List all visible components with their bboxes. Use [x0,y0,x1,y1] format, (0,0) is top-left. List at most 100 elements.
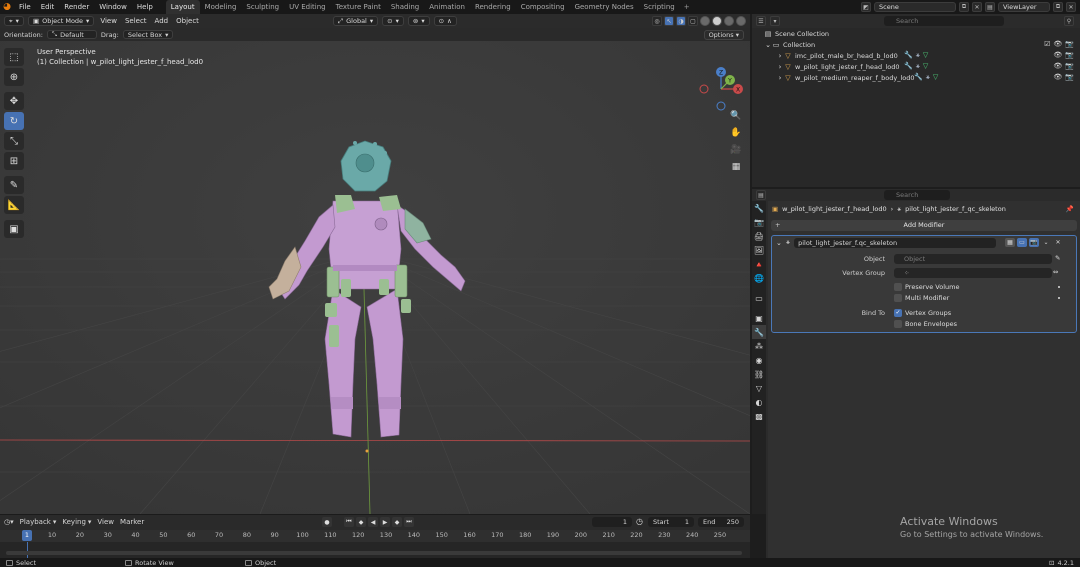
object-tab-icon[interactable]: ▣ [752,311,766,325]
armature-icon[interactable]: ⚹ [916,62,920,71]
rendered-shading-icon[interactable] [736,16,746,26]
auto-keying-icon[interactable]: ● [322,517,332,527]
rotate-tool-icon[interactable]: ↻ [4,112,24,130]
add-cube-tool-icon[interactable]: ▣ [4,220,24,238]
properties-editor-type-icon[interactable]: ▤ [756,190,766,200]
viewport-menu-object[interactable]: Object [174,17,201,25]
snap-dropdown[interactable]: ⊚ ▾ [407,16,430,26]
material-tab-icon[interactable]: ◐ [752,395,766,409]
orientation-dropdown[interactable]: ⤡ Default [46,30,97,39]
annotate-tool-icon[interactable]: ✎ [4,176,24,194]
timeline-marker-menu[interactable]: Marker [120,518,144,526]
character-model[interactable] [255,139,475,469]
armature-icon[interactable]: ⚹ [916,51,920,60]
render-toggle-icon[interactable]: 📷 [1029,238,1039,247]
view-layer-browse-icon[interactable]: ▤ [985,2,995,12]
mesh-data-icon[interactable]: ▽ [923,51,928,60]
timeline-view-menu[interactable]: View [97,518,114,526]
keyframe-dot-icon[interactable] [1058,286,1060,288]
output-tab-icon[interactable]: 🖨 [752,229,766,243]
data-tab-icon[interactable]: ▽ [752,381,766,395]
modifier-remove-icon[interactable]: ✕ [1053,238,1063,247]
blender-logo-icon[interactable]: ◕ [0,0,14,14]
view-layer-copy-icon[interactable]: ⧉ [1053,2,1063,12]
list-item[interactable]: › ▽ imc_pilot_male_br_head_b_lod0 🔧 ⚹ ▽ 👁 📷 [752,50,1080,61]
collection-tab-icon[interactable]: ▭ [752,291,766,305]
add-modifier-button[interactable]: + Add Modifier [771,220,1077,231]
viewport-toggle-icon[interactable]: ▭ [1017,238,1027,247]
material-shading-icon[interactable] [724,16,734,26]
keying-menu[interactable]: Keying ▾ [62,518,91,526]
tab-texture-paint[interactable]: Texture Paint [331,0,386,14]
drag-dropdown[interactable]: Select Box ▾ [122,30,174,39]
preview-range-icon[interactable]: ◷ [636,517,643,526]
vertex-group-field[interactable]: ⁘ [894,268,1052,278]
camera-render-icon[interactable]: 📷 [1065,62,1074,70]
exclude-checkbox-icon[interactable]: ☑ [1044,40,1050,48]
measure-tool-icon[interactable]: 📐 [4,196,24,214]
move-tool-icon[interactable]: ✥ [4,92,24,110]
frame-ruler[interactable]: 1 10 20 30 40 50 60 70 80 90 100 110 120 130 140 150 16… [0,530,750,542]
scene-browse-icon[interactable]: ◩ [861,2,871,12]
visibility-eye-icon[interactable]: 👁 [1053,73,1062,81]
modifier-wrench-icon[interactable]: 🔧 [904,62,913,71]
render-tab-icon[interactable]: 📷 [752,215,766,229]
viewport-menu-add[interactable]: Add [153,17,171,25]
tab-uv-editing[interactable]: UV Editing [284,0,331,14]
expand-arrow-icon[interactable]: › [776,52,784,60]
transform-orientation-dropdown[interactable]: ⤢ Global ▾ [332,16,379,26]
transform-tool-icon[interactable]: ⊞ [4,152,24,170]
menu-render[interactable]: Render [59,0,94,14]
tab-sculpting[interactable]: Sculpting [241,0,284,14]
outliner-editor-type-icon[interactable]: ☰ [756,16,766,26]
navigation-gizmo[interactable]: X Z Y [696,64,746,114]
expand-chevron-icon[interactable]: ⌄ [764,41,772,49]
modifier-dropdown-icon[interactable]: ⌄ [1041,238,1051,247]
start-frame-field[interactable]: Start 1 [648,517,694,527]
display-mode-icon[interactable]: ▾ [770,16,780,26]
preserve-volume-checkbox[interactable] [894,283,902,291]
xray-toggle-icon[interactable]: ▢ [688,16,698,26]
jump-end-icon[interactable]: ⏭ [404,517,414,527]
camera-render-icon[interactable]: 📷 [1065,73,1074,81]
tab-compositing[interactable]: Compositing [516,0,570,14]
collection-row[interactable]: ⌄ ▭ Collection ☑ 👁 📷 [752,39,1080,50]
proportional-edit-dropdown[interactable]: ⊙ ∧ [433,16,457,26]
visibility-eye-icon[interactable]: 👁 [1053,40,1062,48]
tab-layout[interactable]: Layout [165,0,200,14]
expand-arrow-icon[interactable]: › [776,63,784,71]
constraints-tab-icon[interactable]: ⛓ [752,367,766,381]
vertex-groups-checkbox[interactable]: ✓ [894,309,902,317]
gizmo-toggle-icon[interactable]: ↖ [664,16,674,26]
mesh-data-icon[interactable]: ▽ [933,73,938,82]
tab-shading[interactable]: Shading [386,0,424,14]
invert-vertex-group-icon[interactable]: ⇔ [1053,268,1058,276]
play-icon[interactable]: ▶ [380,517,390,527]
viewport-menu-select[interactable]: Select [123,17,149,25]
armature-icon[interactable]: ⚹ [926,73,930,82]
tab-geometry-nodes[interactable]: Geometry Nodes [570,0,639,14]
outliner-search-input[interactable]: Search [884,16,1004,26]
play-reverse-icon[interactable]: ◀ [368,517,378,527]
modifier-tab-icon[interactable]: 🔧 [752,325,766,339]
view-layer-field[interactable]: ViewLayer [998,2,1050,12]
cursor-tool-icon[interactable]: ⊕ [4,68,24,86]
perspective-grid-icon[interactable]: ▦ [729,160,743,174]
jump-start-icon[interactable]: ⏮ [344,517,354,527]
pan-hand-icon[interactable]: ✋ [729,126,743,140]
list-item[interactable]: › ▽ w_pilot_light_jester_f_head_lod0 🔧 ⚹ ▽… [752,61,1080,72]
scene-collection-row[interactable]: ▤ Scene Collection [752,28,1080,39]
current-frame-indicator[interactable]: 1 [22,530,32,541]
playback-menu[interactable]: Playback ▾ [20,518,57,526]
tab-scripting[interactable]: Scripting [639,0,680,14]
modifier-wrench-icon[interactable]: 🔧 [904,51,913,60]
camera-render-icon[interactable]: 📷 [1065,51,1074,59]
add-workspace-icon[interactable]: + [680,3,694,11]
visibility-eye-icon[interactable]: 👁 [1053,51,1062,59]
zoom-icon[interactable]: 🔍 [729,109,743,123]
collapse-chevron-icon[interactable]: ⌄ [776,239,782,247]
tab-animation[interactable]: Animation [424,0,470,14]
menu-edit[interactable]: Edit [36,0,60,14]
mode-dropdown[interactable]: ▣ Object Mode ▾ [27,16,95,26]
list-item[interactable]: › ▽ w_pilot_medium_reaper_f_body_lod0 🔧 ⚹… [752,72,1080,83]
